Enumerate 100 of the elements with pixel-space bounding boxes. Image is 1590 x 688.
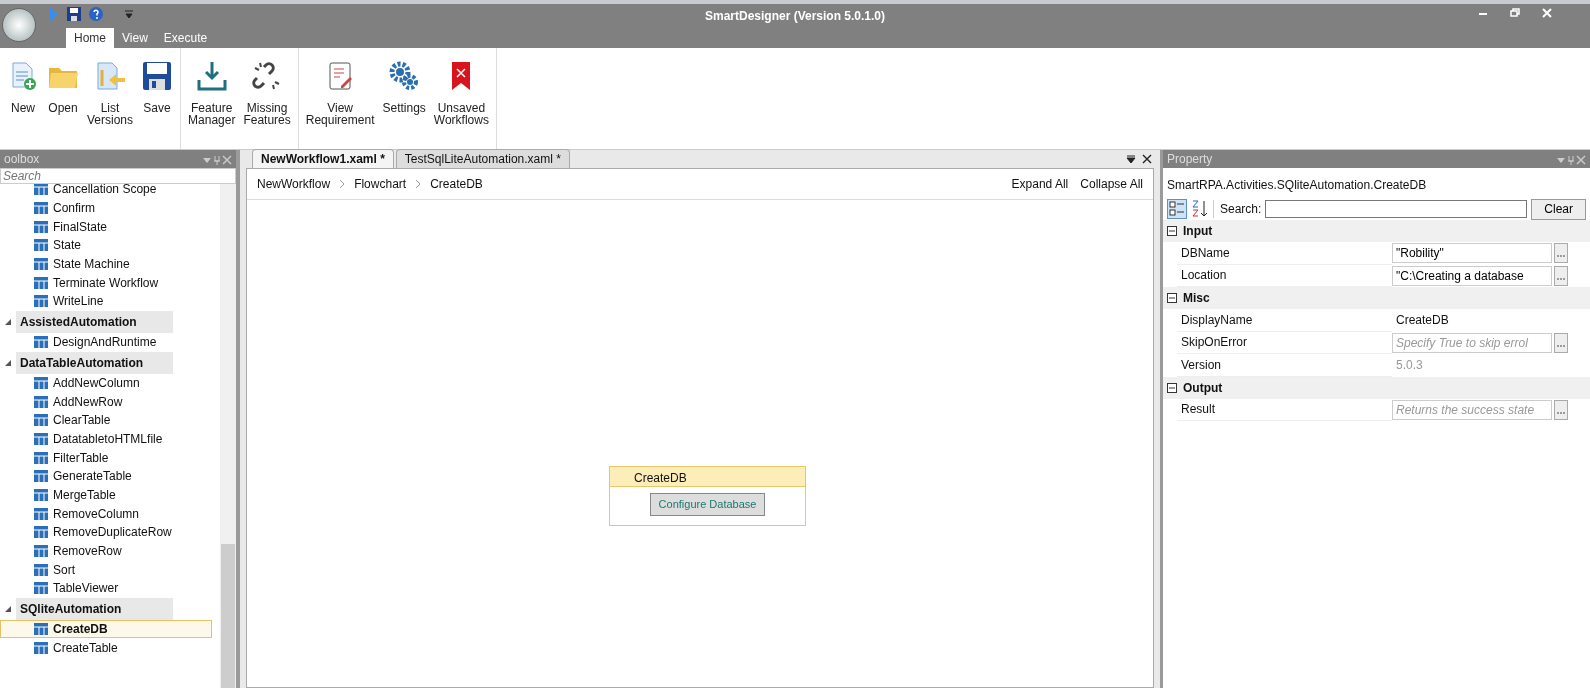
- toolbox-item[interactable]: DesignAndRuntime: [0, 332, 212, 352]
- search-field[interactable]: [1265, 200, 1528, 218]
- category-header: Misc: [1183, 290, 1210, 307]
- toolbox-item[interactable]: Cancellation Scope: [0, 184, 212, 199]
- table-icon: [33, 200, 49, 217]
- ribbon-button[interactable]: New: [4, 52, 42, 145]
- ellipsis-button[interactable]: [1554, 399, 1568, 420]
- toolbox-item[interactable]: TableViewer: [0, 579, 212, 598]
- close-icon[interactable]: [1142, 154, 1152, 164]
- clear-button[interactable]: Clear: [1531, 198, 1586, 220]
- property-value-field[interactable]: "Robility": [1392, 243, 1552, 264]
- ellipsis-button[interactable]: [1554, 243, 1568, 264]
- table-icon: [33, 524, 49, 541]
- panel-title: Property: [1167, 151, 1213, 168]
- property-name: Result: [1177, 398, 1392, 421]
- category-header: DataTableAutomation: [16, 352, 173, 374]
- breadcrumb-item[interactable]: Flowchart: [350, 175, 411, 193]
- toolbox-item[interactable]: MergeTable: [0, 485, 212, 505]
- toolbox-item[interactable]: AddNewColumn: [0, 373, 212, 393]
- ribbon-button[interactable]: Missing Features: [240, 52, 294, 145]
- category-header: SQliteAutomation: [16, 598, 173, 621]
- document-tab[interactable]: NewWorkflow1.xaml *: [252, 149, 394, 168]
- table-icon: [33, 449, 49, 466]
- categorized-view-icon[interactable]: [1167, 199, 1187, 219]
- property-value-field[interactable]: "C:\Creating a database: [1392, 265, 1552, 286]
- ribbon-button[interactable]: Settings: [379, 52, 429, 145]
- play-icon: [48, 6, 60, 22]
- ribbon-tab[interactable]: Execute: [155, 28, 216, 48]
- property-name: DBName: [1177, 242, 1392, 265]
- ribbon-button[interactable]: List Versions: [84, 52, 137, 145]
- toolbox-item[interactable]: WriteLine: [0, 292, 212, 311]
- expand-arrow-icon[interactable]: [4, 605, 12, 614]
- ribbon-button[interactable]: Save: [138, 52, 177, 145]
- scrollbar[interactable]: [220, 184, 236, 688]
- table-icon: [33, 621, 49, 638]
- document-tab[interactable]: TestSqlLiteAutomation.xaml *: [395, 149, 570, 168]
- sort-az-icon[interactable]: [1191, 199, 1209, 219]
- category-header: AssistedAutomation: [16, 311, 173, 334]
- expand-arrow-icon[interactable]: [4, 359, 12, 367]
- table-icon: [33, 256, 49, 273]
- panel-title: oolbox: [4, 151, 40, 168]
- toolbox-item[interactable]: CreateDB: [0, 619, 212, 639]
- toolbox-item[interactable]: RemoveRow: [0, 541, 212, 561]
- ribbon-tab[interactable]: View: [114, 28, 156, 48]
- toolbox-item[interactable]: ClearTable: [0, 410, 212, 430]
- dropdown-icon: [1126, 154, 1136, 164]
- table-icon: [33, 412, 49, 429]
- table-icon: [33, 184, 49, 198]
- category-header: Output: [1183, 379, 1223, 397]
- toolbox-item[interactable]: FinalState: [0, 217, 212, 237]
- toolbox-item[interactable]: FilterTable: [0, 448, 212, 467]
- table-icon: [33, 468, 49, 485]
- table-icon: [33, 486, 49, 503]
- breadcrumb-item[interactable]: NewWorkflow: [253, 175, 335, 193]
- dropdown-icon: [124, 9, 134, 19]
- ribbon-button[interactable]: Open: [44, 52, 82, 145]
- ribbon-button[interactable]: Feature Manager: [185, 52, 239, 145]
- pin-icon: [1566, 154, 1576, 165]
- toolbox-item[interactable]: DatatabletoHTMLfile: [0, 429, 212, 449]
- toolbox-item[interactable]: AddNewRow: [0, 392, 212, 411]
- breadcrumb-item[interactable]: CreateDB: [426, 175, 487, 193]
- table-icon: [33, 374, 49, 391]
- close-icon: [222, 154, 232, 165]
- toolbox-item[interactable]: Confirm: [0, 198, 212, 218]
- save-icon: [66, 6, 82, 22]
- toolbox-item[interactable]: Sort: [0, 560, 212, 580]
- toolbar-link[interactable]: Expand All: [1007, 175, 1073, 193]
- configure-button[interactable]: Configure Database: [649, 493, 766, 516]
- toolbox-item[interactable]: CreateTable: [0, 638, 212, 658]
- toolbox-item[interactable]: State: [0, 236, 212, 255]
- collapse-icon[interactable]: [1167, 293, 1177, 303]
- search-field[interactable]: Search: [0, 168, 236, 184]
- toolbox-item[interactable]: GenerateTable: [0, 466, 212, 486]
- table-icon: [33, 543, 49, 560]
- table-icon: [33, 237, 49, 254]
- restore-icon[interactable]: [1508, 6, 1522, 20]
- help-icon: [88, 6, 104, 22]
- category-header: Input: [1183, 223, 1213, 240]
- property-value-field[interactable]: Specify True to skip errol: [1392, 332, 1552, 353]
- ribbon-button[interactable]: View Requirement: [302, 52, 378, 145]
- property-value-field[interactable]: Returns the success state: [1392, 399, 1552, 420]
- toolbox-item[interactable]: State Machine: [0, 254, 212, 274]
- activity-title: CreateDB: [610, 467, 805, 487]
- ellipsis-button[interactable]: [1554, 332, 1568, 353]
- collapse-icon[interactable]: [1167, 226, 1177, 236]
- toolbar-link[interactable]: Collapse All: [1076, 175, 1147, 193]
- expand-arrow-icon[interactable]: [4, 318, 12, 327]
- toolbox-item[interactable]: Terminate Workflow: [0, 273, 212, 293]
- pin-icon: [212, 154, 222, 165]
- ellipsis-button[interactable]: [1554, 265, 1568, 286]
- property-value: CreateDB: [1395, 312, 1449, 330]
- toolbox-item[interactable]: RemoveColumn: [0, 504, 212, 523]
- table-icon: [33, 334, 49, 351]
- toolbox-item[interactable]: RemoveDuplicateRow: [0, 523, 212, 542]
- collapse-icon[interactable]: [1167, 382, 1177, 393]
- gears-icon: [388, 60, 421, 92]
- ribbon-tab[interactable]: Home: [66, 28, 114, 48]
- ribbon-button[interactable]: Unsaved Workflows: [430, 52, 492, 145]
- logo-icon[interactable]: [2, 8, 36, 42]
- search-label: Search:: [1213, 200, 1262, 218]
